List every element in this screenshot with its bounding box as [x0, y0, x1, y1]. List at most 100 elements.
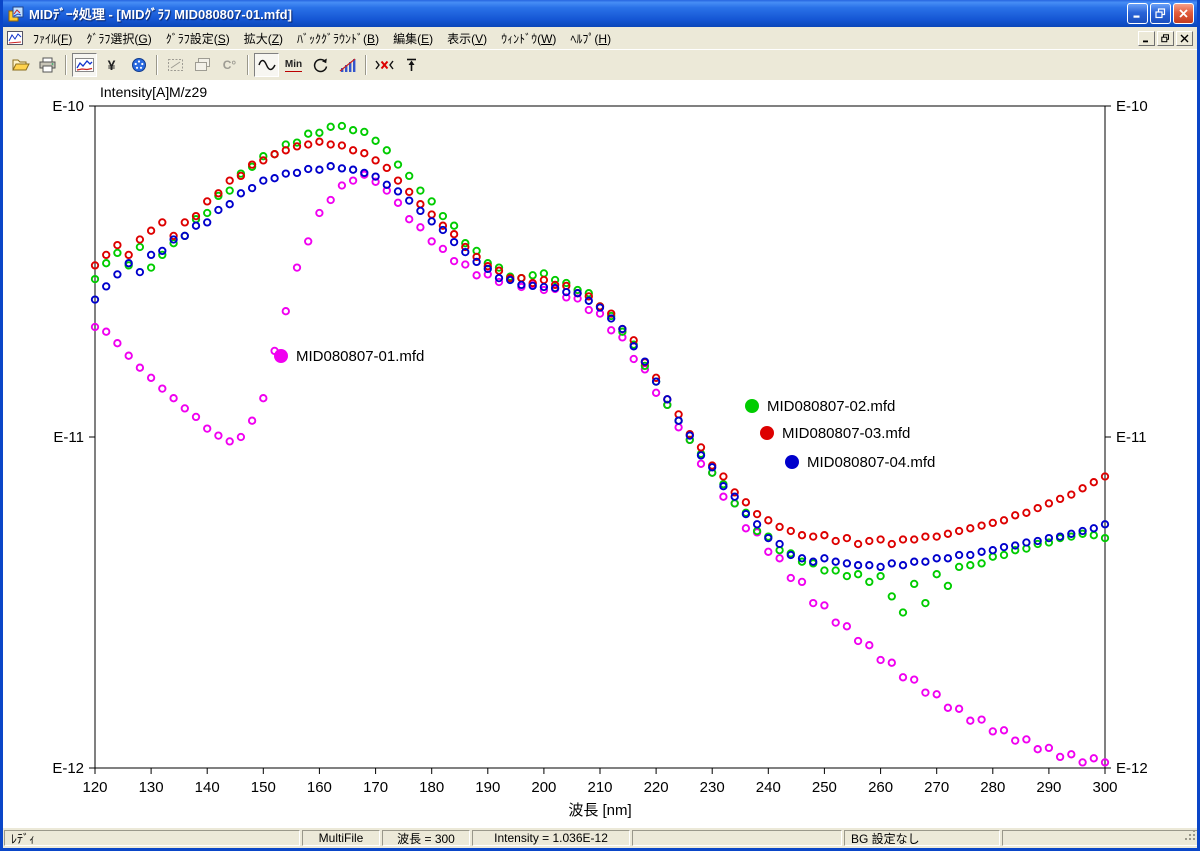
x-tick-label: 270	[924, 779, 949, 796]
menu-window[interactable]: ｳｨﾝﾄﾞｳ(W)	[494, 27, 563, 50]
legend-label: MID080807-01.mfd	[296, 348, 424, 365]
restore-icon	[1155, 8, 1166, 19]
status-ready: ﾚﾃﾞｨ	[4, 830, 300, 846]
x-tick-label: 130	[139, 779, 164, 796]
x-tick-label: 190	[475, 779, 500, 796]
x-tick-label: 150	[251, 779, 276, 796]
x-tick-label: 160	[307, 779, 332, 796]
menu-graph-settings[interactable]: ｸﾞﾗﾌ設定(S)	[159, 27, 237, 50]
menu-bar: ﾌｧｲﾙ(F)ｸﾞﾗﾌ選択(G)ｸﾞﾗﾌ設定(S)拡大(Z)ﾊﾞｯｸｸﾞﾗｳﾝﾄ…	[3, 27, 1197, 49]
legend-label: MID080807-04.mfd	[807, 454, 935, 471]
windows-button	[190, 53, 215, 77]
menu-items: ﾌｧｲﾙ(F)ｸﾞﾗﾌ選択(G)ｸﾞﾗﾌ設定(S)拡大(Z)ﾊﾞｯｸｸﾞﾗｳﾝﾄ…	[26, 27, 618, 50]
menu-zoom[interactable]: 拡大(Z)	[237, 27, 290, 50]
legend-label: MID080807-03.mfd	[782, 425, 910, 442]
histogram-button[interactable]	[335, 53, 360, 77]
red-x-icon	[375, 57, 394, 73]
mdi-controls	[1138, 31, 1193, 46]
app-icon[interactable]	[8, 6, 24, 22]
legend-marker	[785, 455, 799, 469]
mdi-restore-icon	[1161, 34, 1170, 43]
mid-process-button[interactable]	[126, 53, 151, 77]
smooth-button[interactable]	[254, 53, 279, 77]
document-icon[interactable]	[7, 31, 23, 45]
legend-marker	[745, 399, 759, 413]
x-tick-label: 220	[644, 779, 669, 796]
resize-grip-icon	[1183, 830, 1197, 842]
x-tick-label: 250	[812, 779, 837, 796]
x-tick-label: 300	[1092, 779, 1117, 796]
x-tick-label: 210	[587, 779, 612, 796]
mdi-restore-button[interactable]	[1157, 31, 1174, 46]
delete-points-button[interactable]	[372, 53, 397, 77]
minimize-icon	[1132, 8, 1143, 19]
status-wavelength: 波長 = 300	[382, 830, 470, 846]
export-top-button[interactable]	[399, 53, 424, 77]
min-button[interactable]: Min	[281, 53, 306, 77]
app-window: MIDﾃﾞｰﾀ処理 - [MIDｸﾞﾗﾌ MID080807-01.mfd] ﾌ…	[0, 0, 1200, 851]
status-intensity: Intensity = 1.036E-12	[472, 830, 630, 846]
mdi-minimize-button[interactable]	[1138, 31, 1155, 46]
restore-button[interactable]	[1150, 3, 1171, 24]
frame-button	[163, 53, 188, 77]
status-bar: ﾚﾃﾞｨ MultiFile 波長 = 300 Intensity = 1.03…	[3, 827, 1197, 848]
x-tick-label: 120	[82, 779, 107, 796]
close-button[interactable]	[1173, 3, 1194, 24]
series-MID080807-03.mfd	[92, 139, 1108, 548]
blue-dots-icon	[131, 57, 147, 73]
temperature-button: C°	[217, 53, 242, 77]
menu-edit[interactable]: 編集(E)	[386, 27, 440, 50]
y-axis-label: Intensity[A]	[100, 84, 169, 100]
print-button[interactable]	[35, 53, 60, 77]
resize-grip[interactable]	[1183, 830, 1197, 845]
menu-help[interactable]: ﾍﾙﾌﾟ(H)	[563, 27, 618, 50]
toolbar-separator	[65, 55, 67, 75]
y-tick-label-right: E-11	[1116, 429, 1147, 446]
minimize-button[interactable]	[1127, 3, 1148, 24]
menu-graph-select[interactable]: ｸﾞﾗﾌ選択(G)	[79, 27, 158, 50]
legend-label: MID080807-02.mfd	[767, 398, 895, 415]
graph-icon	[75, 57, 94, 73]
toolbar-separator	[365, 55, 367, 75]
plot-frame	[95, 106, 1105, 768]
status-filler	[1002, 830, 1197, 846]
mdi-close-icon	[1180, 34, 1189, 43]
x-tick-label: 200	[531, 779, 556, 796]
menu-file[interactable]: ﾌｧｲﾙ(F)	[26, 27, 79, 50]
status-bg: BG 設定なし	[844, 830, 1000, 846]
series-MID080807-01.mfd	[92, 172, 1108, 766]
y-tick-label-right: E-10	[1116, 98, 1148, 115]
histogram-icon	[339, 57, 356, 73]
up-arrow-icon	[404, 57, 419, 73]
mdi-close-button[interactable]	[1176, 31, 1193, 46]
x-tick-label: 230	[700, 779, 725, 796]
y-tick-label: E-12	[52, 760, 84, 777]
title-bar: MIDﾃﾞｰﾀ処理 - [MIDｸﾞﾗﾌ MID080807-01.mfd]	[3, 0, 1197, 27]
open-button[interactable]	[8, 53, 33, 77]
graph-display-button[interactable]	[72, 53, 97, 77]
y-tick-label-right: E-12	[1116, 760, 1148, 777]
mdi-minimize-icon	[1142, 34, 1151, 43]
celsius-icon: C°	[223, 58, 236, 72]
sine-wave-icon	[258, 58, 276, 72]
printer-icon	[39, 57, 56, 73]
window-title: MIDﾃﾞｰﾀ処理 - [MIDｸﾞﾗﾌ MID080807-01.mfd]	[29, 4, 1125, 23]
status-empty-panel	[632, 830, 842, 846]
menu-view[interactable]: 表示(V)	[440, 27, 494, 50]
x-axis-label: 波長 [nm]	[568, 802, 631, 819]
integrate-button[interactable]: ¥	[99, 53, 124, 77]
series-MID080807-02.mfd	[92, 123, 1108, 616]
redraw-button[interactable]	[308, 53, 333, 77]
legend-marker	[760, 426, 774, 440]
overlap-windows-icon	[194, 57, 211, 73]
min-icon: Min	[285, 59, 302, 72]
scatter-plot[interactable]: E-10E-10E-11E-11E-12E-121201301401501601…	[3, 80, 1197, 829]
open-folder-icon	[12, 57, 30, 73]
x-tick-label: 170	[363, 779, 388, 796]
x-tick-label: 260	[868, 779, 893, 796]
toolbar-separator	[156, 55, 158, 75]
x-tick-label: 290	[1036, 779, 1061, 796]
toolbar-separator	[247, 55, 249, 75]
status-mode: MultiFile	[302, 830, 380, 846]
menu-background[interactable]: ﾊﾞｯｸｸﾞﾗｳﾝﾄﾞ(B)	[290, 27, 386, 50]
